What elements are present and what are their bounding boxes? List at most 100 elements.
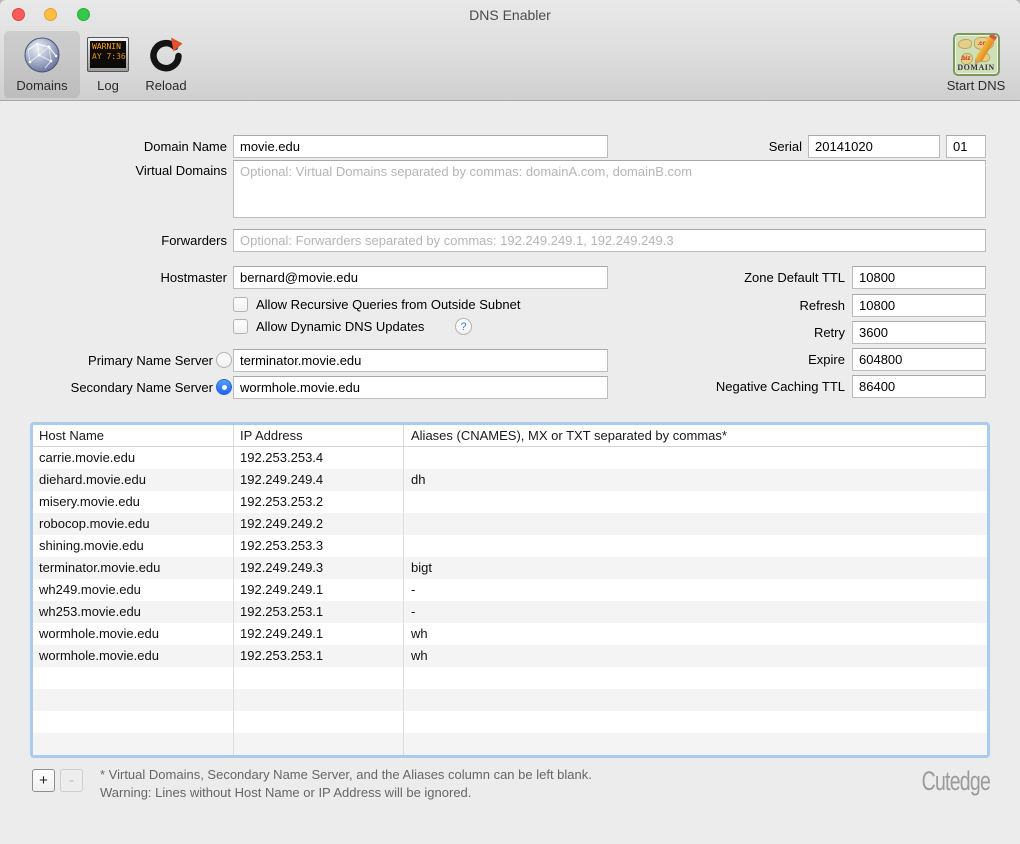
map-continent bbox=[958, 39, 972, 49]
table-row-empty[interactable] bbox=[33, 689, 987, 711]
table-row[interactable]: wh249.movie.edu 192.249.249.1 - bbox=[33, 579, 987, 601]
map-tag-biz: .biz bbox=[961, 56, 971, 62]
globe-icon bbox=[4, 31, 80, 78]
domain-name-label: Domain Name bbox=[27, 139, 227, 154]
expire-label: Expire bbox=[645, 352, 845, 367]
forwarders-label: Forwarders bbox=[27, 233, 227, 248]
cell-aliases[interactable]: dh bbox=[404, 469, 987, 491]
footer-notes: * Virtual Domains, Secondary Name Server… bbox=[100, 766, 592, 802]
refresh-input[interactable] bbox=[852, 294, 986, 317]
reload-arrow-icon bbox=[134, 31, 198, 78]
cell-aliases[interactable] bbox=[404, 491, 987, 513]
cell-host-name[interactable]: wh253.movie.edu bbox=[33, 601, 234, 623]
table-row[interactable]: wh253.movie.edu 192.253.253.1 - bbox=[33, 601, 987, 623]
table-row-empty[interactable] bbox=[33, 711, 987, 733]
column-ip-address[interactable]: IP Address bbox=[234, 425, 404, 446]
window-title: DNS Enabler bbox=[0, 7, 1020, 23]
map-domain-text: DOMAIN bbox=[955, 63, 998, 72]
cell-host-name[interactable]: terminator.movie.edu bbox=[33, 557, 234, 579]
toolbar-reload-button[interactable]: Reload bbox=[134, 31, 198, 98]
start-dns-button[interactable]: .com .biz DOMAIN Start DNS bbox=[936, 31, 1016, 98]
cell-ip-address[interactable]: 192.253.253.3 bbox=[234, 535, 404, 557]
table-row[interactable]: wormhole.movie.edu 192.249.249.1 wh bbox=[33, 623, 987, 645]
table-row[interactable]: robocop.movie.edu 192.249.249.2 bbox=[33, 513, 987, 535]
serial-label: Serial bbox=[690, 139, 802, 154]
led-line-1: WARNIN bbox=[92, 42, 124, 52]
cell-aliases[interactable]: wh bbox=[404, 645, 987, 667]
cell-ip-address[interactable]: 192.249.249.4 bbox=[234, 469, 404, 491]
toolbar-reload-label: Reload bbox=[134, 78, 198, 94]
hostmaster-input[interactable] bbox=[233, 266, 608, 289]
virtual-domains-label: Virtual Domains bbox=[27, 163, 227, 178]
zone-default-ttl-input[interactable] bbox=[852, 266, 986, 289]
retry-input[interactable] bbox=[852, 321, 986, 344]
secondary-name-server-radio[interactable] bbox=[216, 379, 232, 395]
table-row-empty[interactable] bbox=[33, 733, 987, 755]
toolbar-log-button[interactable]: WARNIN AY 7:36 P Log bbox=[84, 31, 132, 98]
secondary-name-server-input[interactable] bbox=[233, 376, 608, 399]
cell-ip-address[interactable]: 192.253.253.2 bbox=[234, 491, 404, 513]
cell-aliases[interactable] bbox=[404, 513, 987, 535]
cell-aliases[interactable]: bigt bbox=[404, 557, 987, 579]
cell-ip-address[interactable]: 192.249.249.3 bbox=[234, 557, 404, 579]
toolbar-domains-label: Domains bbox=[4, 78, 80, 94]
cell-aliases[interactable]: - bbox=[404, 579, 987, 601]
column-aliases[interactable]: Aliases (CNAMES), MX or TXT separated by… bbox=[404, 425, 987, 446]
negative-caching-ttl-input[interactable] bbox=[852, 375, 986, 398]
cell-ip-address[interactable]: 192.253.253.1 bbox=[234, 601, 404, 623]
cell-host-name[interactable]: misery.movie.edu bbox=[33, 491, 234, 513]
help-button[interactable]: ? bbox=[455, 318, 472, 335]
domain-name-input[interactable] bbox=[233, 135, 608, 158]
add-row-button[interactable]: + bbox=[32, 769, 55, 792]
cell-aliases[interactable]: wh bbox=[404, 623, 987, 645]
allow-dynamic-checkbox[interactable] bbox=[233, 319, 248, 334]
remove-row-button[interactable]: - bbox=[60, 769, 83, 792]
table-row[interactable]: carrie.movie.edu 192.253.253.4 bbox=[33, 447, 987, 469]
cell-aliases[interactable] bbox=[404, 535, 987, 557]
cell-host-name[interactable]: wormhole.movie.edu bbox=[33, 623, 234, 645]
toolbar-log-label: Log bbox=[84, 78, 132, 94]
table-body: carrie.movie.edu 192.253.253.4 diehard.m… bbox=[33, 447, 987, 755]
cell-host-name[interactable]: wh249.movie.edu bbox=[33, 579, 234, 601]
led-display-icon: WARNIN AY 7:36 P bbox=[84, 31, 132, 78]
primary-name-server-input[interactable] bbox=[233, 349, 608, 372]
cell-host-name[interactable]: wormhole.movie.edu bbox=[33, 645, 234, 667]
zone-default-ttl-label: Zone Default TTL bbox=[645, 270, 845, 285]
table-row[interactable]: wormhole.movie.edu 192.253.253.1 wh bbox=[33, 645, 987, 667]
cell-host-name[interactable]: robocop.movie.edu bbox=[33, 513, 234, 535]
allow-recursive-label: Allow Recursive Queries from Outside Sub… bbox=[256, 297, 520, 312]
forwarders-input[interactable] bbox=[233, 229, 986, 252]
table-row-empty[interactable] bbox=[33, 667, 987, 689]
cell-aliases[interactable]: - bbox=[404, 601, 987, 623]
cell-ip-address[interactable]: 192.249.249.2 bbox=[234, 513, 404, 535]
column-host-name[interactable]: Host Name bbox=[33, 425, 234, 446]
cell-host-name[interactable]: shining.movie.edu bbox=[33, 535, 234, 557]
allow-recursive-checkbox[interactable] bbox=[233, 297, 248, 312]
cell-aliases[interactable] bbox=[404, 447, 987, 469]
serial-input[interactable] bbox=[808, 135, 940, 158]
primary-name-server-label: Primary Name Server bbox=[13, 353, 213, 368]
cell-ip-address[interactable]: 192.249.249.1 bbox=[234, 623, 404, 645]
serial-suffix-input[interactable] bbox=[946, 135, 986, 158]
negative-caching-ttl-label: Negative Caching TTL bbox=[645, 379, 845, 394]
hostmaster-label: Hostmaster bbox=[27, 270, 227, 285]
expire-input[interactable] bbox=[852, 348, 986, 371]
virtual-domains-input[interactable] bbox=[233, 160, 986, 218]
cell-host-name[interactable]: diehard.movie.edu bbox=[33, 469, 234, 491]
table-row[interactable]: shining.movie.edu 192.253.253.3 bbox=[33, 535, 987, 557]
led-line-2: AY 7:36 P bbox=[92, 52, 124, 62]
cell-host-name[interactable]: carrie.movie.edu bbox=[33, 447, 234, 469]
host-table[interactable]: Host Name IP Address Aliases (CNAMES), M… bbox=[30, 422, 990, 758]
footer-note-line2: Warning: Lines without Host Name or IP A… bbox=[100, 784, 592, 802]
table-row[interactable]: misery.movie.edu 192.253.253.2 bbox=[33, 491, 987, 513]
cell-ip-address[interactable]: 192.249.249.1 bbox=[234, 579, 404, 601]
toolbar-domains-button[interactable]: Domains bbox=[4, 31, 80, 98]
table-row[interactable]: terminator.movie.edu 192.249.249.3 bigt bbox=[33, 557, 987, 579]
cell-ip-address[interactable]: 192.253.253.4 bbox=[234, 447, 404, 469]
domain-map-icon: .com .biz DOMAIN bbox=[936, 31, 1016, 78]
cell-ip-address[interactable]: 192.253.253.1 bbox=[234, 645, 404, 667]
window-chrome: DNS Enabler bbox=[0, 0, 1020, 101]
secondary-name-server-label: Secondary Name Server bbox=[13, 380, 213, 395]
primary-name-server-radio[interactable] bbox=[216, 352, 232, 368]
table-row[interactable]: diehard.movie.edu 192.249.249.4 dh bbox=[33, 469, 987, 491]
